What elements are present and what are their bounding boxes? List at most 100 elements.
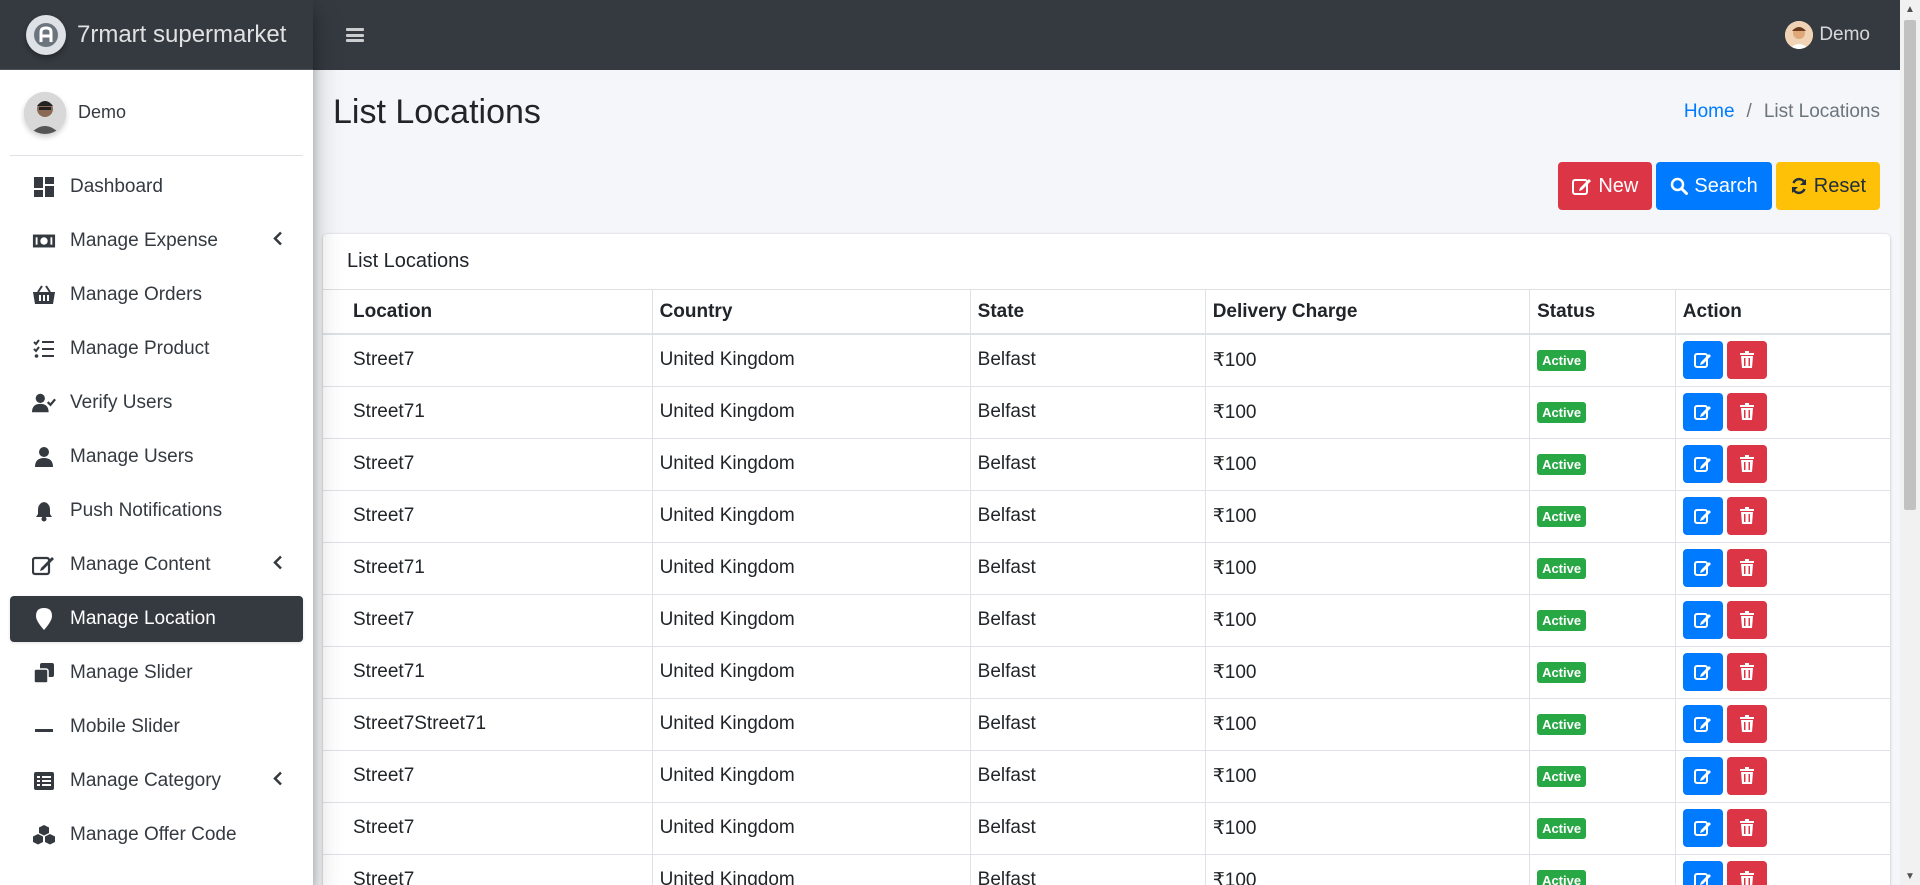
clone-icon xyxy=(32,661,56,685)
sidebar-item-manage-expense[interactable]: Manage Expense xyxy=(10,218,303,264)
chevron-left-icon[interactable] xyxy=(273,771,283,792)
sidebar-item-manage-slider[interactable]: Manage Slider xyxy=(10,650,303,696)
delivery-charge-cell: ₹100 xyxy=(1205,333,1531,386)
state-cell: Belfast xyxy=(970,541,1206,594)
sidebar-item-push-notifications[interactable]: Push Notifications xyxy=(10,488,303,534)
sidebar-item-mobile-slider[interactable]: Mobile Slider xyxy=(10,704,303,750)
trash-icon xyxy=(1739,403,1754,420)
status-badge[interactable]: Active xyxy=(1537,610,1587,631)
action-cell xyxy=(1675,385,1890,438)
sidebar-item-manage-content[interactable]: Manage Content xyxy=(10,542,303,588)
delete-row-button[interactable] xyxy=(1726,653,1767,691)
status-badge[interactable]: Active xyxy=(1537,714,1587,735)
edit-row-button[interactable] xyxy=(1682,601,1723,639)
delete-row-button[interactable] xyxy=(1726,549,1767,587)
delete-row-button[interactable] xyxy=(1726,809,1767,847)
status-badge[interactable]: Active xyxy=(1537,818,1587,839)
edit-row-button[interactable] xyxy=(1682,549,1723,587)
edit-row-button[interactable] xyxy=(1682,445,1723,483)
edit-row-button[interactable] xyxy=(1682,393,1723,431)
delete-row-button[interactable] xyxy=(1726,341,1767,380)
edit-icon xyxy=(1693,353,1711,369)
search-button[interactable]: Search xyxy=(1656,162,1772,210)
status-badge[interactable]: Active xyxy=(1537,350,1587,372)
action-cell xyxy=(1675,749,1890,802)
status-badge[interactable]: Active xyxy=(1537,662,1587,683)
delete-row-button[interactable] xyxy=(1726,445,1767,483)
new-button-label: New xyxy=(1598,174,1639,197)
column-header-delivery-charge[interactable]: Delivery Charge xyxy=(1205,290,1531,335)
column-header-state[interactable]: State xyxy=(970,290,1206,335)
edit-row-button[interactable] xyxy=(1682,341,1723,380)
delete-row-button[interactable] xyxy=(1726,705,1767,743)
edit-row-button[interactable] xyxy=(1682,757,1723,795)
page-title: List Locations xyxy=(333,92,541,131)
sidebar-item-manage-offer-code[interactable]: Manage Offer Code xyxy=(10,812,303,858)
brand-link[interactable]: 7rmart supermarket xyxy=(0,0,313,70)
action-cell xyxy=(1675,541,1890,594)
reset-button[interactable]: Reset xyxy=(1775,162,1880,210)
edit-icon xyxy=(1693,509,1711,524)
delete-row-button[interactable] xyxy=(1726,861,1767,885)
trash-icon xyxy=(1739,715,1754,732)
status-cell: Active xyxy=(1529,489,1676,542)
trash-icon xyxy=(1739,767,1754,784)
scroll-up-arrow-icon[interactable]: ▲ xyxy=(1900,0,1920,18)
delete-row-button[interactable] xyxy=(1726,497,1767,535)
location-cell: Street7 xyxy=(323,853,653,885)
sidebar-item-manage-product[interactable]: Manage Product xyxy=(10,326,303,372)
state-cell: Belfast xyxy=(970,385,1206,438)
user-check-icon xyxy=(32,391,56,415)
column-header-action[interactable]: Action xyxy=(1675,290,1890,335)
edit-row-button[interactable] xyxy=(1682,809,1723,847)
chevron-left-icon[interactable] xyxy=(273,231,283,252)
column-header-status[interactable]: Status xyxy=(1529,290,1676,335)
table-row: Street71 United Kingdom Belfast ₹100 Active xyxy=(323,645,1890,698)
edit-row-button[interactable] xyxy=(1682,861,1723,885)
sidebar-item-dashboard[interactable]: Dashboard xyxy=(10,164,303,210)
delete-row-button[interactable] xyxy=(1726,393,1767,431)
chevron-left-icon[interactable] xyxy=(273,555,283,576)
edit-icon xyxy=(1693,769,1711,784)
sidebar-item-label: Manage Users xyxy=(70,446,194,467)
trash-icon xyxy=(1739,663,1754,680)
state-cell: Belfast xyxy=(970,853,1206,885)
edit-row-button[interactable] xyxy=(1682,653,1723,691)
action-cell xyxy=(1675,437,1890,490)
status-badge[interactable]: Active xyxy=(1537,870,1587,885)
status-badge[interactable]: Active xyxy=(1537,506,1587,527)
sidebar-item-verify-users[interactable]: Verify Users xyxy=(10,380,303,426)
edit-icon xyxy=(1693,405,1711,420)
edit-row-button[interactable] xyxy=(1682,497,1723,535)
top-user-menu[interactable]: Demo xyxy=(1785,21,1870,49)
status-badge[interactable]: Active xyxy=(1537,454,1587,475)
sidebar-item-manage-orders[interactable]: Manage Orders xyxy=(10,272,303,318)
sidebar-item-manage-users[interactable]: Manage Users xyxy=(10,434,303,480)
sidebar-user-name[interactable]: Demo xyxy=(78,102,126,123)
action-cell xyxy=(1675,645,1890,698)
column-header-country[interactable]: Country xyxy=(652,290,971,335)
breadcrumb-home-link[interactable]: Home xyxy=(1684,101,1735,123)
edit-icon xyxy=(1693,665,1711,680)
status-badge[interactable]: Active xyxy=(1537,402,1587,423)
status-badge[interactable]: Active xyxy=(1537,766,1587,787)
edit-icon xyxy=(1693,873,1711,885)
trash-icon xyxy=(1739,611,1754,628)
sidebar-item-manage-location[interactable]: Manage Location xyxy=(10,596,303,642)
breadcrumb-separator: / xyxy=(1746,101,1752,122)
sidebar-item-manage-category[interactable]: Manage Category xyxy=(10,758,303,804)
new-button[interactable]: New xyxy=(1558,162,1653,210)
page-scrollbar[interactable]: ▲ ▼ xyxy=(1900,0,1920,885)
hamburger-menu-icon[interactable] xyxy=(346,28,364,42)
sync-icon xyxy=(1790,177,1808,195)
status-cell: Active xyxy=(1529,333,1676,386)
trash-icon xyxy=(1739,559,1754,576)
delete-row-button[interactable] xyxy=(1726,757,1767,795)
scroll-down-arrow-icon[interactable]: ▼ xyxy=(1900,867,1920,885)
delete-row-button[interactable] xyxy=(1726,601,1767,639)
status-badge[interactable]: Active xyxy=(1537,558,1587,579)
edit-row-button[interactable] xyxy=(1682,705,1723,743)
column-header-location[interactable]: Location xyxy=(323,290,653,335)
scroll-thumb[interactable] xyxy=(1904,20,1916,510)
user-panel[interactable]: Demo xyxy=(10,70,303,156)
